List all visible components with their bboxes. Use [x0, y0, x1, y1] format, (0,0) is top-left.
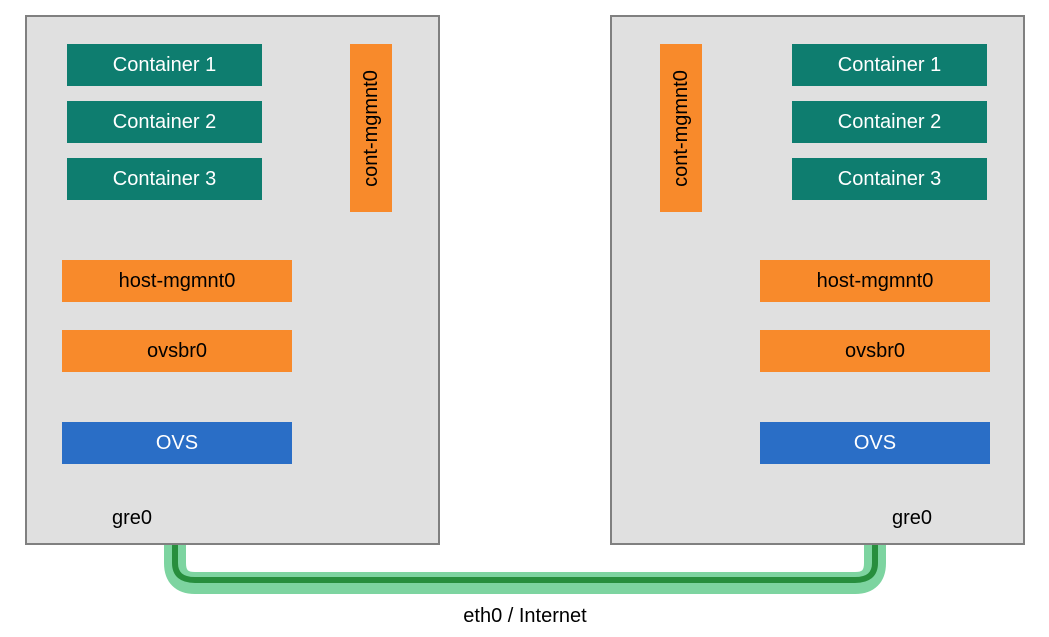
left-cont-mgmnt: cont-mgmnt0 [350, 44, 392, 212]
left-host-box: Container 1 Container 2 Container 3 cont… [25, 15, 440, 545]
right-host-box: Container 1 Container 2 Container 3 cont… [610, 15, 1025, 545]
left-ovsbr: ovsbr0 [62, 330, 292, 372]
left-cont-mgmnt-label: cont-mgmnt0 [360, 70, 383, 187]
right-cont-mgmnt: cont-mgmnt0 [660, 44, 702, 212]
right-ovsbr: ovsbr0 [760, 330, 990, 372]
left-ovs: OVS [62, 422, 292, 464]
right-container-2: Container 2 [792, 101, 987, 143]
right-container-3: Container 3 [792, 158, 987, 200]
left-host-mgmnt: host-mgmnt0 [62, 260, 292, 302]
left-container-2: Container 2 [67, 101, 262, 143]
right-gre-label: gre0 [892, 507, 932, 530]
left-container-1: Container 1 [67, 44, 262, 86]
right-container-1: Container 1 [792, 44, 987, 86]
tunnel-label: eth0 / Internet [450, 605, 600, 628]
right-cont-mgmnt-label: cont-mgmnt0 [670, 70, 693, 187]
right-host-mgmnt: host-mgmnt0 [760, 260, 990, 302]
left-gre-label: gre0 [112, 507, 152, 530]
left-container-3: Container 3 [67, 158, 262, 200]
right-ovs: OVS [760, 422, 990, 464]
